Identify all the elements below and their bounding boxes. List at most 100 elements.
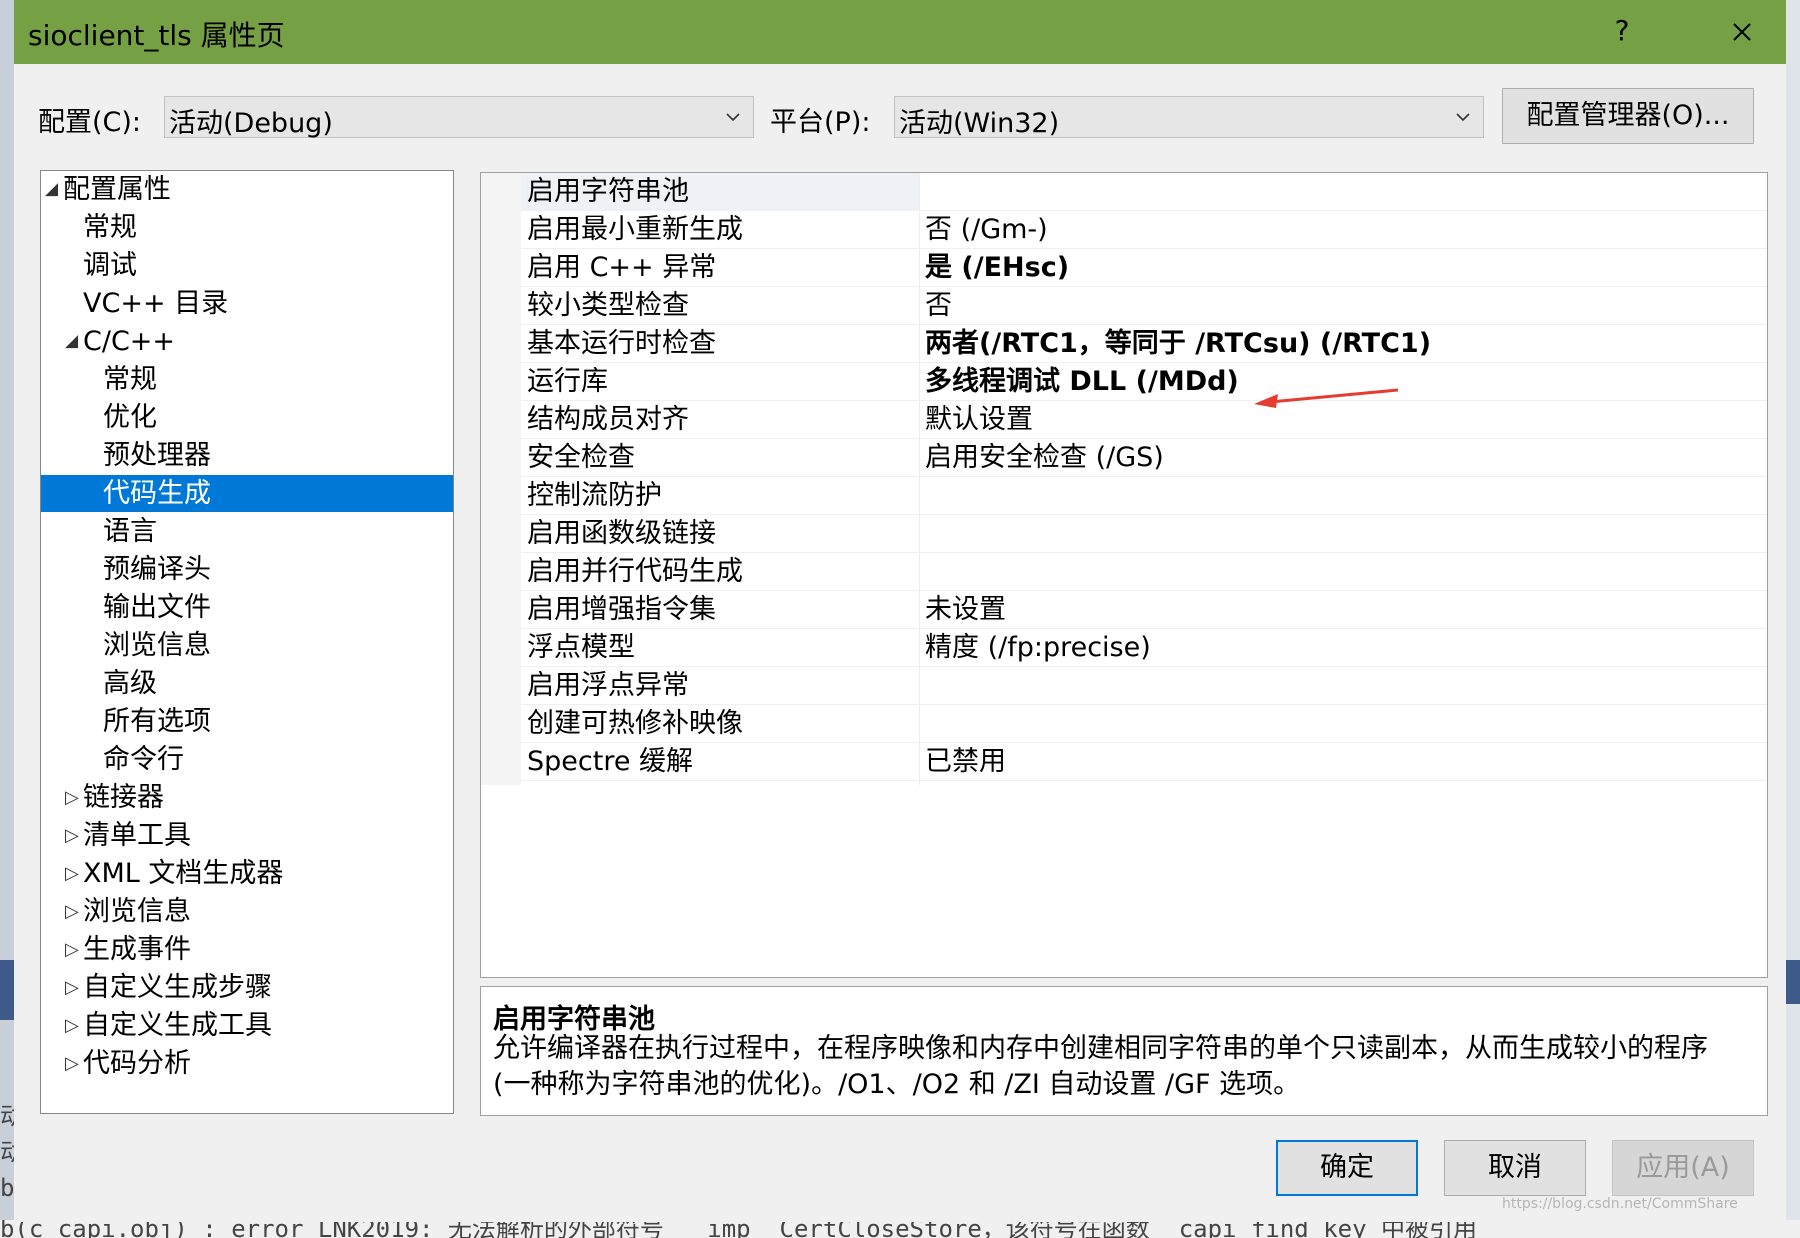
property-row-runtime-library[interactable]: 运行库 多线程调试 DLL (/MDd) bbox=[521, 363, 1767, 401]
background-right-strip bbox=[1786, 0, 1800, 1238]
property-value: 否 bbox=[925, 290, 952, 321]
property-row-function-level-linking[interactable]: 启用函数级链接 bbox=[521, 515, 1767, 553]
tree-item-output-files[interactable]: 输出文件 bbox=[41, 589, 453, 626]
property-name: 启用增强指令集 bbox=[527, 594, 716, 625]
property-name: 启用最小重新生成 bbox=[527, 214, 743, 245]
property-row-basic-runtime-checks[interactable]: 基本运行时检查 两者(/RTC1，等同于 /RTCsu) (/RTC1) bbox=[521, 325, 1767, 363]
platform-label: 平台(P): bbox=[770, 107, 871, 138]
tree-item-cpp-general[interactable]: 常规 bbox=[41, 361, 453, 398]
tree-item-label: 优化 bbox=[103, 402, 157, 433]
tree-item-custom-build-tool[interactable]: ▷ 自定义生成工具 bbox=[41, 1007, 453, 1044]
tree-item-label: C/C++ bbox=[83, 326, 176, 357]
property-row-string-pooling[interactable]: 启用字符串池 bbox=[521, 173, 1767, 211]
property-name: 启用并行代码生成 bbox=[527, 556, 743, 587]
property-value: 启用安全检查 (/GS) bbox=[925, 442, 1164, 473]
property-name: 控制流防护 bbox=[527, 480, 662, 511]
property-row-floating-point-model[interactable]: 浮点模型 精度 (/fp:precise) bbox=[521, 629, 1767, 667]
tree-item-label: 自定义生成步骤 bbox=[83, 972, 272, 1003]
platform-dropdown-value: 活动(Win32) bbox=[899, 108, 1060, 139]
property-value: 是 (/EHsc) bbox=[925, 252, 1070, 283]
tree-item-label: 常规 bbox=[103, 364, 157, 395]
tree-item-general[interactable]: 常规 bbox=[41, 209, 453, 246]
property-row-minimal-rebuild[interactable]: 启用最小重新生成 否 (/Gm-) bbox=[521, 211, 1767, 249]
tree-item-label: 高级 bbox=[103, 668, 157, 699]
tree-item-manifest-tool[interactable]: ▷ 清单工具 bbox=[41, 817, 453, 854]
annotation-arrow-icon bbox=[1254, 388, 1399, 408]
property-row-parallel-code-generation[interactable]: 启用并行代码生成 bbox=[521, 553, 1767, 591]
tree-item-label: XML 文档生成器 bbox=[83, 858, 284, 889]
chevron-down-icon bbox=[1456, 113, 1470, 122]
property-value: 两者(/RTC1，等同于 /RTCsu) (/RTC1) bbox=[925, 328, 1432, 359]
tree-item-config-properties[interactable]: ◢ 配置属性 bbox=[41, 171, 453, 208]
tree-item-all-options[interactable]: 所有选项 bbox=[41, 703, 453, 740]
property-value: 未设置 bbox=[925, 594, 1006, 625]
tree-item-code-generation[interactable]: 代码生成 bbox=[41, 475, 453, 512]
property-value: 精度 (/fp:precise) bbox=[925, 632, 1151, 663]
property-value: 默认设置 bbox=[925, 404, 1033, 435]
config-manager-button[interactable]: 配置管理器(O)... bbox=[1502, 88, 1754, 144]
tree-item-optimization[interactable]: 优化 bbox=[41, 399, 453, 436]
description-panel: 启用字符串池 允许编译器在执行过程中，在程序映像和内存中创建相同字符串的单个只读… bbox=[480, 986, 1768, 1116]
window-title: sioclient_tls 属性页 bbox=[28, 19, 285, 52]
title-bar: sioclient_tls 属性页 ? bbox=[14, 0, 1786, 64]
property-name: 启用 C++ 异常 bbox=[527, 252, 717, 283]
tree-item-c-cpp[interactable]: ◢ C/C++ bbox=[41, 323, 453, 360]
property-row-spectre-mitigation[interactable]: Spectre 缓解 已禁用 bbox=[521, 743, 1767, 781]
background-left-text: 动 动 b bbox=[0, 1102, 14, 1202]
property-row-control-flow-guard[interactable]: 控制流防护 bbox=[521, 477, 1767, 515]
tree-item-debugging[interactable]: 调试 bbox=[41, 247, 453, 284]
property-row-security-check[interactable]: 安全检查 启用安全检查 (/GS) bbox=[521, 439, 1767, 477]
tree-item-advanced[interactable]: 高级 bbox=[41, 665, 453, 702]
tree-item-linker[interactable]: ▷ 链接器 bbox=[41, 779, 453, 816]
cancel-button[interactable]: 取消 bbox=[1444, 1140, 1586, 1196]
property-row-struct-member-alignment[interactable]: 结构成员对齐 默认设置 bbox=[521, 401, 1767, 439]
tree-item-label: 生成事件 bbox=[83, 934, 191, 965]
background-left-strip bbox=[0, 0, 14, 1238]
background-right-accent bbox=[1786, 960, 1800, 1004]
tree-item-command-line[interactable]: 命令行 bbox=[41, 741, 453, 778]
expanded-arrow-icon: ◢ bbox=[45, 179, 59, 199]
tree-item-browse-information[interactable]: ▷ 浏览信息 bbox=[41, 893, 453, 930]
tree-item-label: 所有选项 bbox=[103, 706, 211, 737]
tree-item-custom-build-step[interactable]: ▷ 自定义生成步骤 bbox=[41, 969, 453, 1006]
tree-item-label: 链接器 bbox=[83, 782, 164, 813]
tree-item-xml-doc-generator[interactable]: ▷ XML 文档生成器 bbox=[41, 855, 453, 892]
tree-item-vc-directories[interactable]: VC++ 目录 bbox=[41, 285, 453, 322]
property-row-cpp-exceptions[interactable]: 启用 C++ 异常 是 (/EHsc) bbox=[521, 249, 1767, 287]
property-name: 基本运行时检查 bbox=[527, 328, 716, 359]
property-row-hotpatchable-image[interactable]: 创建可热修补映像 bbox=[521, 705, 1767, 743]
help-button[interactable]: ? bbox=[1602, 14, 1642, 54]
tree-item-code-analysis[interactable]: ▷ 代码分析 bbox=[41, 1045, 453, 1082]
tree-item-browse-info[interactable]: 浏览信息 bbox=[41, 627, 453, 664]
collapsed-arrow-icon: ▷ bbox=[65, 1053, 79, 1074]
tree-item-label: 命令行 bbox=[103, 744, 184, 775]
platform-dropdown[interactable]: 活动(Win32) bbox=[894, 96, 1484, 139]
property-row-enhanced-instruction-set[interactable]: 启用增强指令集 未设置 bbox=[521, 591, 1767, 629]
tree-item-label: 代码分析 bbox=[83, 1048, 191, 1079]
property-row-smaller-type-check[interactable]: 较小类型检查 否 bbox=[521, 287, 1767, 325]
close-button[interactable] bbox=[1714, 8, 1770, 56]
config-dropdown-value: 活动(Debug) bbox=[169, 108, 333, 139]
property-pages-dialog: sioclient_tls 属性页 ? 配置(C): 活动(Debug) 平台(… bbox=[14, 0, 1786, 1222]
tree-item-language[interactable]: 语言 bbox=[41, 513, 453, 550]
tree-item-preprocessor[interactable]: 预处理器 bbox=[41, 437, 453, 474]
property-row-floating-point-exceptions[interactable]: 启用浮点异常 bbox=[521, 667, 1767, 705]
tree-item-label: 浏览信息 bbox=[103, 630, 211, 661]
tree-item-label: 配置属性 bbox=[63, 174, 171, 205]
tree-item-build-events[interactable]: ▷ 生成事件 bbox=[41, 931, 453, 968]
property-value: 否 (/Gm-) bbox=[925, 214, 1048, 245]
property-name: 结构成员对齐 bbox=[527, 404, 689, 435]
expanded-arrow-icon: ◢ bbox=[65, 331, 79, 351]
property-grid: 启用字符串池 启用最小重新生成 否 (/Gm-) 启用 C++ 异常 是 (/E… bbox=[480, 172, 1768, 978]
tree-item-label: 浏览信息 bbox=[83, 896, 191, 927]
ok-button[interactable]: 确定 bbox=[1276, 1140, 1418, 1196]
apply-button[interactable]: 应用(A) bbox=[1612, 1140, 1754, 1196]
property-value: 已禁用 bbox=[925, 746, 1006, 777]
grid-gutter bbox=[481, 173, 521, 785]
config-dropdown[interactable]: 活动(Debug) bbox=[164, 96, 754, 139]
property-name: 运行库 bbox=[527, 366, 608, 397]
tree-item-label: 预编译头 bbox=[103, 554, 211, 585]
config-label: 配置(C): bbox=[38, 107, 142, 138]
collapsed-arrow-icon: ▷ bbox=[65, 939, 79, 960]
tree-item-precompiled-headers[interactable]: 预编译头 bbox=[41, 551, 453, 588]
